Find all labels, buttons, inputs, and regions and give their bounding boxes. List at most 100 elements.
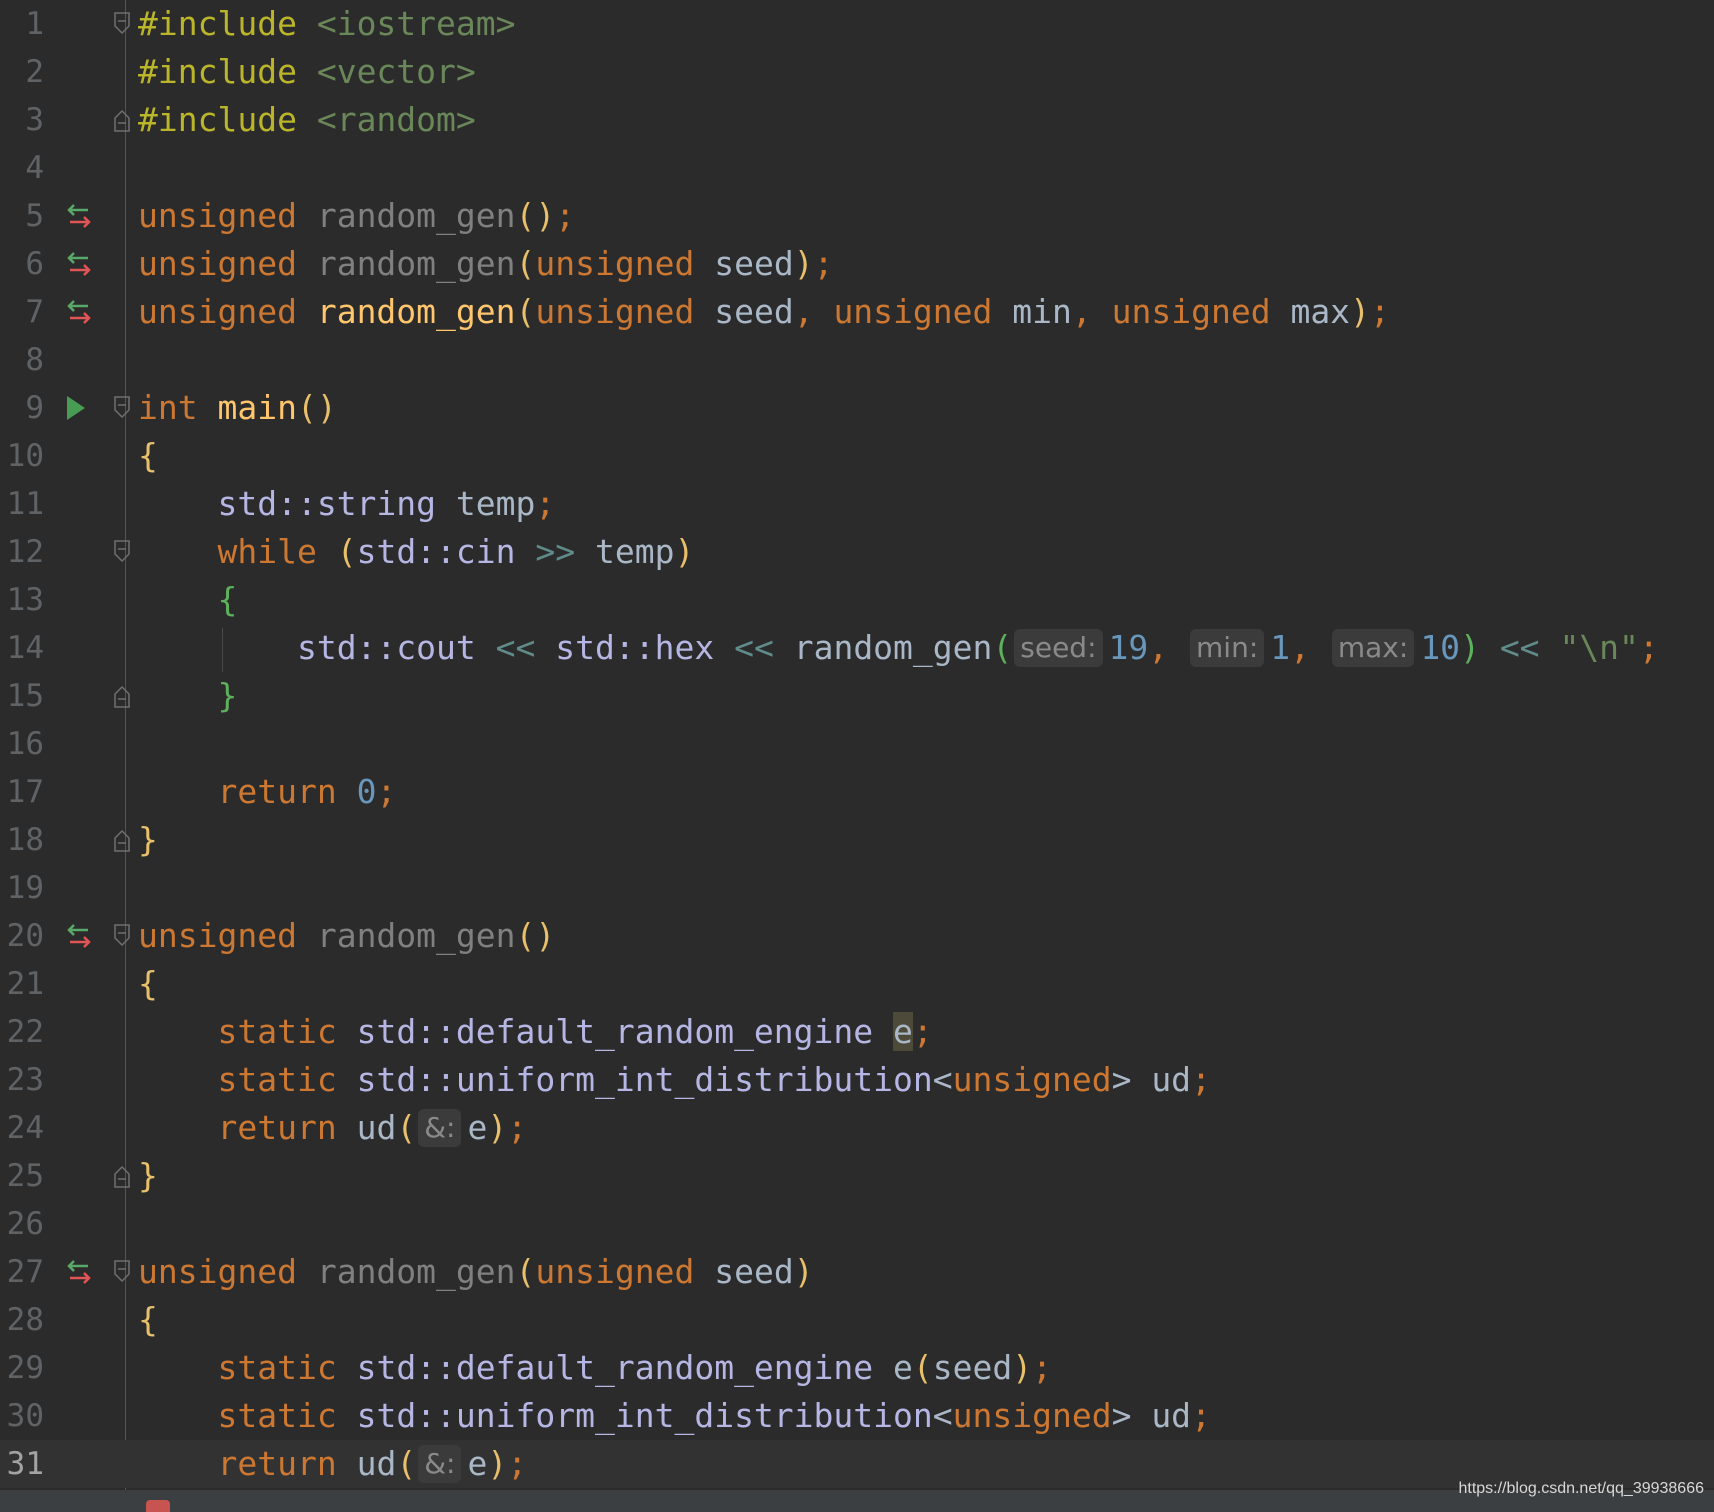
- code-line[interactable]: 3 #include <random>: [0, 96, 1714, 144]
- code-line-text[interactable]: while (std::cin >> temp): [138, 528, 694, 576]
- code-line-text[interactable]: {: [138, 960, 158, 1008]
- line-number[interactable]: 1: [0, 0, 44, 48]
- code-line-text[interactable]: }: [138, 1152, 158, 1200]
- code-line-text[interactable]: {: [138, 1296, 158, 1344]
- code-line-text[interactable]: #include <vector>: [138, 48, 476, 96]
- code-line[interactable]: 29 static std::default_random_engine e(s…: [0, 1344, 1714, 1392]
- code-line[interactable]: 28 {: [0, 1296, 1714, 1344]
- code-line-text[interactable]: return ud(&: e);: [138, 1440, 527, 1488]
- code-line[interactable]: 9 int main(): [0, 384, 1714, 432]
- code-line[interactable]: 18 }: [0, 816, 1714, 864]
- line-number[interactable]: 26: [0, 1200, 44, 1248]
- line-number[interactable]: 16: [0, 720, 44, 768]
- code-line-text[interactable]: unsigned random_gen(unsigned seed);: [138, 240, 833, 288]
- line-number[interactable]: 22: [0, 1008, 44, 1056]
- code-line-text[interactable]: int main(): [138, 384, 337, 432]
- line-number[interactable]: 6: [0, 240, 44, 288]
- line-number[interactable]: 25: [0, 1152, 44, 1200]
- run-icon[interactable]: [64, 394, 94, 422]
- line-number[interactable]: 12: [0, 528, 44, 576]
- line-number[interactable]: 20: [0, 912, 44, 960]
- code-line-text[interactable]: }: [138, 816, 158, 864]
- fold-start-icon[interactable]: [114, 924, 130, 948]
- fold-start-icon[interactable]: [114, 12, 130, 36]
- implementation-navigate-icon[interactable]: [64, 922, 94, 950]
- code-line[interactable]: 20 unsigned random_gen(): [0, 912, 1714, 960]
- code-line-text[interactable]: static std::uniform_int_distribution<uns…: [138, 1056, 1210, 1104]
- code-line[interactable]: 1 #include <iostream>: [0, 0, 1714, 48]
- code-line-text[interactable]: return ud(&: e);: [138, 1104, 527, 1152]
- implementation-navigate-icon[interactable]: [64, 1258, 94, 1286]
- code-line-text[interactable]: {: [138, 432, 158, 480]
- code-line[interactable]: 10 {: [0, 432, 1714, 480]
- code-line[interactable]: 19: [0, 864, 1714, 912]
- code-line-text[interactable]: unsigned random_gen(unsigned seed, unsig…: [138, 288, 1390, 336]
- code-line-text[interactable]: unsigned random_gen(unsigned seed): [138, 1248, 814, 1296]
- line-number[interactable]: 23: [0, 1056, 44, 1104]
- line-number[interactable]: 31: [0, 1440, 44, 1488]
- code-line[interactable]: 25 }: [0, 1152, 1714, 1200]
- line-number[interactable]: 30: [0, 1392, 44, 1440]
- line-number[interactable]: 9: [0, 384, 44, 432]
- fold-end-icon[interactable]: [114, 1164, 130, 1188]
- code-line[interactable]: 6 unsigned random_gen(unsigned seed);: [0, 240, 1714, 288]
- line-number[interactable]: 18: [0, 816, 44, 864]
- line-number[interactable]: 14: [0, 624, 44, 672]
- code-line-text[interactable]: }: [138, 672, 237, 720]
- code-line-current[interactable]: 31 return ud(&: e);: [0, 1440, 1714, 1488]
- implementation-navigate-icon[interactable]: [64, 250, 94, 278]
- code-line[interactable]: 22 static std::default_random_engine e;: [0, 1008, 1714, 1056]
- fold-end-icon[interactable]: [114, 108, 130, 132]
- line-number[interactable]: 2: [0, 48, 44, 96]
- fold-end-icon[interactable]: [114, 684, 130, 708]
- code-line[interactable]: 24 return ud(&: e);: [0, 1104, 1714, 1152]
- line-number[interactable]: 28: [0, 1296, 44, 1344]
- code-line-text[interactable]: #include <iostream>: [138, 0, 516, 48]
- code-line-text[interactable]: static std::default_random_engine e;: [138, 1008, 933, 1056]
- code-line[interactable]: 17 return 0;: [0, 768, 1714, 816]
- line-number[interactable]: 13: [0, 576, 44, 624]
- fold-start-icon[interactable]: [114, 1260, 130, 1284]
- code-line[interactable]: 11 std::string temp;: [0, 480, 1714, 528]
- code-line[interactable]: 23 static std::uniform_int_distribution<…: [0, 1056, 1714, 1104]
- code-line[interactable]: 8: [0, 336, 1714, 384]
- line-number[interactable]: 3: [0, 96, 44, 144]
- code-line-text[interactable]: std::string temp;: [138, 480, 555, 528]
- fold-start-icon[interactable]: [114, 396, 130, 420]
- code-line-text[interactable]: static std::uniform_int_distribution<uns…: [138, 1392, 1210, 1440]
- code-line[interactable]: 14 std::cout << std::hex << random_gen(s…: [0, 624, 1714, 672]
- line-number[interactable]: 11: [0, 480, 44, 528]
- line-number[interactable]: 19: [0, 864, 44, 912]
- implementation-navigate-icon[interactable]: [64, 298, 94, 326]
- code-line-text[interactable]: static std::default_random_engine e(seed…: [138, 1344, 1052, 1392]
- line-number[interactable]: 29: [0, 1344, 44, 1392]
- code-line[interactable]: 7 unsigned random_gen(unsigned seed, uns…: [0, 288, 1714, 336]
- fold-start-icon[interactable]: [114, 540, 130, 564]
- code-line-text[interactable]: unsigned random_gen();: [138, 192, 575, 240]
- code-line[interactable]: 27 unsigned random_gen(unsigned seed): [0, 1248, 1714, 1296]
- line-number[interactable]: 21: [0, 960, 44, 1008]
- code-line[interactable]: 12 while (std::cin >> temp): [0, 528, 1714, 576]
- code-line-text[interactable]: std::cout << std::hex << random_gen(seed…: [138, 624, 1659, 672]
- code-line[interactable]: 15 }: [0, 672, 1714, 720]
- code-line[interactable]: 4: [0, 144, 1714, 192]
- line-number[interactable]: 24: [0, 1104, 44, 1152]
- code-line-text[interactable]: unsigned random_gen(): [138, 912, 555, 960]
- code-line[interactable]: 13 {: [0, 576, 1714, 624]
- code-line[interactable]: 5 unsigned random_gen();: [0, 192, 1714, 240]
- implementation-navigate-icon[interactable]: [64, 202, 94, 230]
- code-line-text[interactable]: {: [138, 576, 237, 624]
- code-line[interactable]: 26: [0, 1200, 1714, 1248]
- bottom-scroll-bar[interactable]: [0, 1490, 1714, 1512]
- code-editor[interactable]: 1 #include <iostream> 2 #include <vector…: [0, 0, 1714, 1512]
- line-number[interactable]: 5: [0, 192, 44, 240]
- code-line[interactable]: 21 {: [0, 960, 1714, 1008]
- fold-end-icon[interactable]: [114, 828, 130, 852]
- line-number[interactable]: 8: [0, 336, 44, 384]
- line-number[interactable]: 4: [0, 144, 44, 192]
- line-number[interactable]: 15: [0, 672, 44, 720]
- line-number[interactable]: 27: [0, 1248, 44, 1296]
- code-line-text[interactable]: return 0;: [138, 768, 396, 816]
- line-number[interactable]: 7: [0, 288, 44, 336]
- line-number[interactable]: 10: [0, 432, 44, 480]
